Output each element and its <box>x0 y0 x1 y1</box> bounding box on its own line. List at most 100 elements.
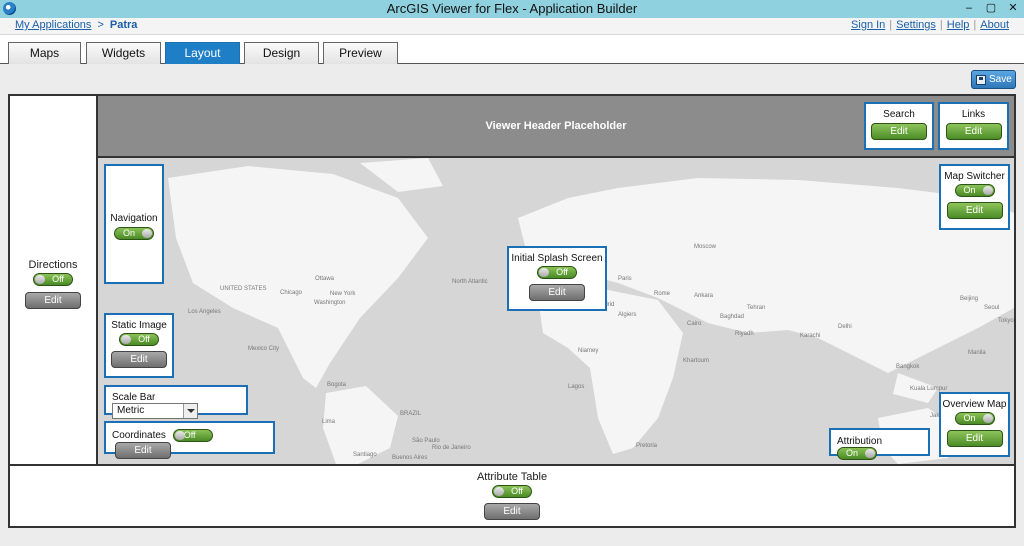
overview-map-edit-button[interactable]: Edit <box>946 430 1003 447</box>
map-label: Moscow <box>694 244 717 250</box>
map-label: Bangkok <box>896 364 920 370</box>
splash-edit-button[interactable]: Edit <box>529 284 585 301</box>
map-label: Santiago <box>353 452 377 458</box>
directions-label: Directions <box>28 259 78 271</box>
map-label: Seoul <box>984 305 1000 311</box>
top-links: Sign In | Settings | Help | About <box>851 19 1009 31</box>
save-disk-icon <box>976 75 986 85</box>
coordinates-toggle[interactable]: Off <box>172 429 213 442</box>
attribute-table-widget: Attribute Table Off Edit <box>10 471 1014 520</box>
map-label: Lagos <box>568 384 585 390</box>
tab-layout[interactable]: Layout <box>165 42 240 64</box>
map-label: Algiers <box>618 312 637 318</box>
tab-design[interactable]: Design <box>244 42 319 64</box>
map-label: Baghdad <box>720 314 745 320</box>
select-value: Metric <box>117 405 145 417</box>
window-controls: – ▢ ✕ <box>958 0 1024 18</box>
map-label: Manila <box>968 350 986 356</box>
coordinates-widget: Coordinates Off Edit <box>104 421 275 459</box>
attribution-label: Attribution <box>837 436 883 447</box>
toggle-knob <box>982 414 993 423</box>
viewer-header: Viewer Header Placeholder Search Edit Li… <box>98 96 1014 158</box>
save-label: Save <box>989 74 1012 85</box>
navigation-label: Navigation <box>110 213 158 224</box>
link-divider: | <box>973 19 977 31</box>
toggle-state: On <box>963 413 976 423</box>
toggle-state: On <box>122 228 135 238</box>
toggle-knob <box>174 431 185 440</box>
coordinates-edit-button[interactable]: Edit <box>115 442 171 459</box>
save-button[interactable]: Save <box>971 70 1016 89</box>
attribution-widget: Attribution On <box>829 428 930 460</box>
directions-toggle[interactable]: Off <box>33 273 73 286</box>
toggle-knob <box>865 449 875 458</box>
attribute-table-label: Attribute Table <box>476 471 548 483</box>
scale-bar-widget: Scale Bar Metric <box>104 385 248 420</box>
map-label: Khartoum <box>683 358 710 364</box>
overview-map-toggle[interactable]: On <box>954 412 995 425</box>
directions-widget: Directions Off Edit <box>10 259 96 309</box>
close-icon[interactable]: ✕ <box>1002 0 1024 18</box>
map-switcher-label: Map Switcher <box>944 171 1005 182</box>
navigation-widget: Navigation On <box>104 164 164 284</box>
links-edit-button[interactable]: Edit <box>945 123 1002 140</box>
map-label: Lima <box>322 419 336 425</box>
map-label: New York <box>330 291 356 297</box>
basemap-graphic <box>98 158 1014 464</box>
initial-splash-screen-widget: Initial Splash Screen Off Edit <box>507 246 607 311</box>
breadcrumb-current: Patra <box>109 19 138 31</box>
map-label: Ottawa <box>315 276 335 282</box>
restore-icon[interactable]: ▢ <box>980 0 1002 18</box>
map-switcher-edit-button[interactable]: Edit <box>946 202 1003 219</box>
toggle-state: Off <box>511 486 523 496</box>
static-image-toggle[interactable]: Off <box>119 333 159 346</box>
scale-bar-unit-select[interactable]: Metric <box>112 403 198 420</box>
toggle-knob <box>982 186 993 195</box>
minimize-icon[interactable]: – <box>958 0 980 18</box>
map-label: Paris <box>618 276 632 282</box>
map-label: São Paulo <box>412 438 440 444</box>
sign-in-link[interactable]: Sign In <box>851 19 885 31</box>
map-label: BRAZIL <box>400 411 422 417</box>
attribute-table-edit-button[interactable]: Edit <box>484 503 540 520</box>
toggle-knob <box>142 229 152 238</box>
map-label: Delhi <box>838 324 852 330</box>
map-label: Niamey <box>578 348 599 354</box>
map-label: Tehran <box>747 305 766 311</box>
navigation-toggle[interactable]: On <box>114 227 154 240</box>
help-link[interactable]: Help <box>947 19 970 31</box>
static-image-label: Static Image <box>111 320 167 331</box>
search-widget: Search Edit <box>864 102 934 150</box>
map-label: Los Angeles <box>188 309 221 315</box>
search-label: Search <box>883 109 915 120</box>
map-switcher-toggle[interactable]: On <box>954 184 995 197</box>
map-area: Moscow UNITED STATES Ottawa Chicago New … <box>98 158 1014 464</box>
tab-widgets[interactable]: Widgets <box>86 42 161 64</box>
about-link[interactable]: About <box>980 19 1009 31</box>
search-edit-button[interactable]: Edit <box>871 123 927 140</box>
attribute-table-toggle[interactable]: Off <box>492 485 532 498</box>
overview-map-label: Overview Map <box>942 399 1007 410</box>
links-widget: Links Edit <box>938 102 1009 150</box>
tab-bar: Maps Widgets Layout Design Preview <box>0 35 1024 64</box>
splash-label: Initial Splash Screen <box>511 253 603 264</box>
tab-preview[interactable]: Preview <box>323 42 398 64</box>
toggle-state: Off <box>556 267 568 277</box>
left-panel: Directions Off Edit <box>10 96 98 464</box>
overview-map-widget: Overview Map On Edit <box>939 392 1010 457</box>
tab-maps[interactable]: Maps <box>8 42 81 64</box>
splash-toggle[interactable]: Off <box>537 266 577 279</box>
map-label: Washington <box>314 300 346 306</box>
static-image-edit-button[interactable]: Edit <box>111 351 167 368</box>
toggle-knob <box>121 335 131 344</box>
map-label: Ankara <box>694 293 714 299</box>
static-image-widget: Static Image Off Edit <box>104 313 174 378</box>
breadcrumb-my-applications-link[interactable]: My Applications <box>15 19 91 31</box>
toggle-knob <box>35 275 45 284</box>
toggle-state: Off <box>52 274 64 284</box>
toggle-state: Off <box>138 334 150 344</box>
settings-link[interactable]: Settings <box>896 19 936 31</box>
nav-bar: My Applications > Patra Sign In | Settings | H… <box>0 18 1024 35</box>
directions-edit-button[interactable]: Edit <box>25 292 81 309</box>
attribution-toggle[interactable]: On <box>837 447 877 460</box>
